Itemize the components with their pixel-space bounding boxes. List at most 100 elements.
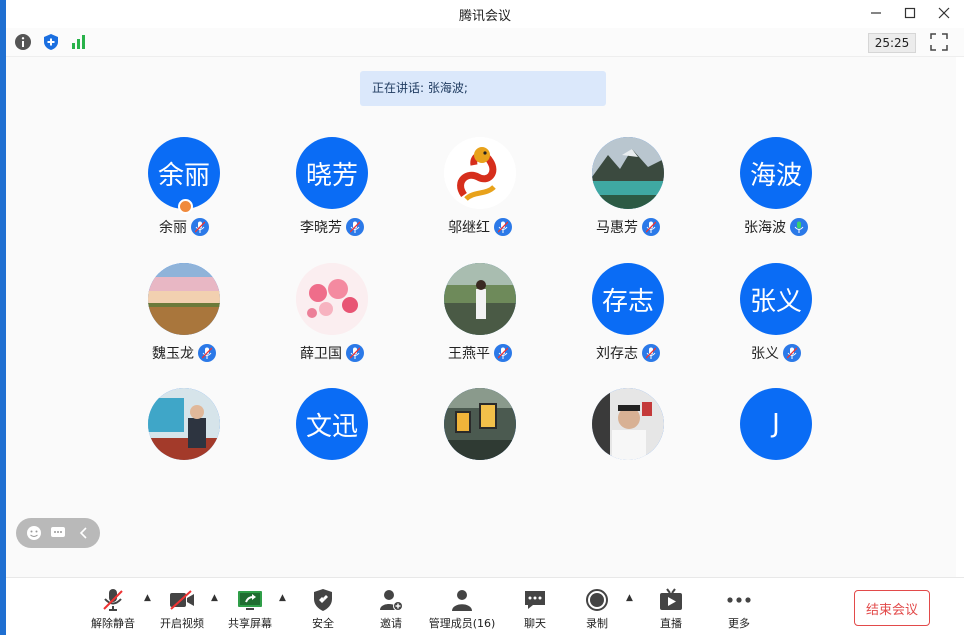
mic-muted-icon: [191, 218, 209, 236]
minimize-button[interactable]: [866, 3, 886, 23]
participant-name: 魏玉龙: [152, 346, 194, 362]
park-avatar-image: [444, 263, 516, 335]
more-icon: [726, 588, 752, 612]
mic-speaking-icon: [790, 218, 808, 236]
chat-icon: [522, 588, 548, 612]
manage-members-label: 管理成员(16): [428, 617, 496, 630]
unmute-button[interactable]: 解除静音: [78, 584, 148, 632]
participant-name: 邬继红: [448, 220, 490, 236]
mic-muted-icon: [494, 218, 512, 236]
window-title: 腾讯会议: [458, 9, 511, 24]
participant-name: 余丽: [159, 220, 187, 236]
mic-muted-icon: [100, 588, 126, 612]
more-button[interactable]: 更多: [704, 584, 774, 632]
video-off-icon: [169, 588, 195, 612]
participant-tile[interactable]: 张义 张义: [716, 263, 836, 373]
avatar: J: [740, 388, 812, 460]
unmute-label: 解除静音: [91, 617, 135, 630]
live-label: 直播: [660, 617, 682, 630]
participant-tile[interactable]: 余丽 余丽: [124, 137, 244, 247]
mic-muted-icon: [494, 344, 512, 362]
invite-label: 邀请: [380, 617, 402, 630]
more-label: 更多: [728, 617, 750, 630]
participant-gallery: 正在讲话: 张海波; 余丽 余丽 晓芳 李晓芳 邬继红 马惠芳 海波 张海波 魏…: [6, 57, 956, 577]
chat-button[interactable]: 聊天: [500, 584, 570, 632]
participant-tile[interactable]: 晓芳 李晓芳: [272, 137, 392, 247]
sunset-avatar-image: [148, 263, 220, 335]
record-icon: [584, 588, 610, 612]
security-label: 安全: [312, 617, 334, 630]
shield-icon[interactable]: [41, 32, 61, 52]
participant-tile[interactable]: 存志 刘存志: [568, 263, 688, 373]
mic-muted-icon: [642, 344, 660, 362]
avatar: 张义: [740, 263, 812, 335]
security-shield-icon: [310, 588, 336, 612]
meeting-timer: 25:25: [868, 33, 916, 53]
participant-tile[interactable]: 海波 张海波: [716, 137, 836, 247]
participant-name: 王燕平: [448, 346, 490, 362]
lake-avatar-image: [592, 137, 664, 209]
record-button[interactable]: 录制: [562, 584, 632, 632]
mic-muted-icon: [346, 218, 364, 236]
participant-tile[interactable]: 魏玉龙: [124, 263, 244, 373]
title-bar: 腾讯会议: [6, 0, 964, 26]
close-button[interactable]: [934, 3, 954, 23]
participant-name: 李晓芳: [300, 220, 342, 236]
participant-tile[interactable]: [568, 388, 688, 498]
members-icon: [449, 588, 475, 612]
emoji-icon[interactable]: [25, 524, 43, 542]
participant-name: 刘存志: [596, 346, 638, 362]
speaking-indicator: 正在讲话: 张海波;: [360, 71, 606, 106]
invite-button[interactable]: 邀请: [356, 584, 426, 632]
participant-tile[interactable]: J: [716, 388, 836, 498]
share-screen-label: 共享屏幕: [228, 617, 272, 630]
start-video-label: 开启视频: [160, 617, 204, 630]
participant-tile[interactable]: 文迅: [272, 388, 392, 498]
avatar: 文迅: [296, 388, 368, 460]
maximize-button[interactable]: [900, 3, 920, 23]
live-button[interactable]: 直播: [636, 584, 706, 632]
flowers-avatar-image: [296, 263, 368, 335]
fullscreen-icon[interactable]: [930, 33, 948, 51]
security-button[interactable]: 安全: [288, 584, 358, 632]
participant-name: 张海波: [744, 220, 786, 236]
mic-muted-icon: [642, 218, 660, 236]
manage-members-button[interactable]: 管理成员(16): [427, 584, 497, 632]
participant-tile[interactable]: [124, 388, 244, 498]
meeting-info-toolbar: 25:25: [6, 28, 964, 57]
live-tv-icon: [658, 588, 684, 612]
dragon-avatar-image: [444, 137, 516, 209]
presenter-avatar-image: [148, 388, 220, 460]
avatar: 晓芳: [296, 137, 368, 209]
mic-muted-icon: [346, 344, 364, 362]
mic-muted-icon: [783, 344, 801, 362]
participant-tile[interactable]: 马惠芳: [568, 137, 688, 247]
invite-user-icon: [378, 588, 404, 612]
participant-tile[interactable]: 邬继红: [420, 137, 540, 247]
participant-name: 张义: [751, 346, 779, 362]
info-icon[interactable]: [13, 32, 33, 52]
mic-muted-icon: [198, 344, 216, 362]
share-screen-button[interactable]: 共享屏幕: [215, 584, 285, 632]
floating-reaction-bar: [16, 518, 100, 548]
participant-tile[interactable]: 王燕平: [420, 263, 540, 373]
record-label: 录制: [586, 617, 608, 630]
chat-label: 聊天: [524, 617, 546, 630]
message-icon[interactable]: [49, 524, 67, 542]
signal-icon[interactable]: [69, 32, 89, 52]
avatar: 海波: [740, 137, 812, 209]
avatar: 存志: [592, 263, 664, 335]
participant-name: 薛卫国: [300, 346, 342, 362]
chevron-up-icon[interactable]: ▲: [626, 593, 636, 603]
share-screen-icon: [237, 588, 263, 612]
participant-tile[interactable]: [420, 388, 540, 498]
doctor-avatar-image: [592, 388, 664, 460]
chevron-left-icon[interactable]: [75, 524, 93, 542]
host-icon: [178, 199, 193, 214]
participant-tile[interactable]: 薛卫国: [272, 263, 392, 373]
end-meeting-button[interactable]: 结束会议: [854, 590, 930, 626]
lamps-avatar-image: [444, 388, 516, 460]
start-video-button[interactable]: 开启视频: [147, 584, 217, 632]
participant-name: 马惠芳: [596, 220, 638, 236]
meeting-controls: 解除静音 ▲ 开启视频 ▲ 共享屏幕 ▲ 安全 邀请 管理成员(16) 聊天 录…: [6, 577, 964, 636]
